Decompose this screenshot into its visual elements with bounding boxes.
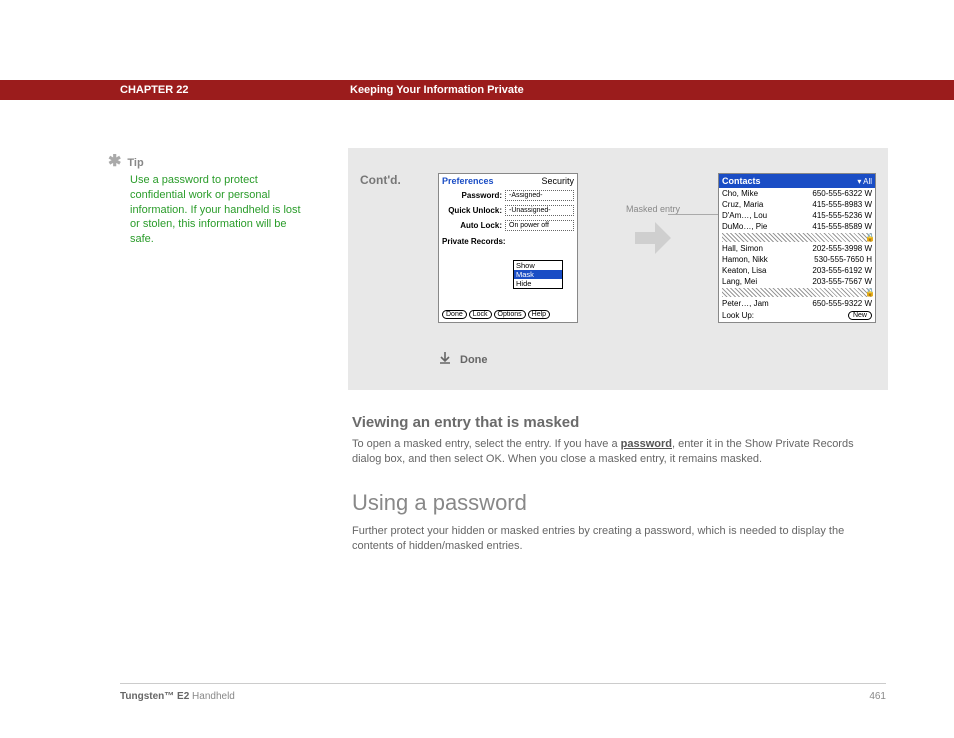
quickunlock-label: Quick Unlock: [442,206,502,215]
password-link[interactable]: password [621,438,672,450]
password-label: Password: [442,191,502,200]
continued-label: Cont'd. [360,173,401,187]
prefs-subtitle: Security [541,176,574,186]
footer-rule [120,683,886,684]
option-mask: Mask [514,270,562,279]
tip-block: ✱ Tip Use a password to protect confiden… [108,156,308,247]
asterisk-icon: ✱ [108,156,121,171]
autolock-label: Auto Lock: [442,221,502,230]
contacts-filter: ▾ All [857,177,872,186]
options-button: Options [494,310,526,319]
instruction-panel: Cont'd. Preferences Security Password:-A… [348,148,888,390]
contact-row: Hamon, Nikk530-555-7650 H [719,254,875,265]
contact-row: Keaton, Lisa203-555-6192 W [719,265,875,276]
contact-row: Hall, Simon202-555-3998 W [719,243,875,254]
private-records-dropdown: Show Mask Hide [513,260,563,289]
tip-label: Tip [127,156,143,171]
section-viewing: Viewing an entry that is masked To open … [352,414,872,468]
option-show: Show [514,261,562,270]
contacts-screenshot: Contacts ▾ All Cho, Mike650-555-6322 W C… [718,173,876,323]
quickunlock-value: -Unassigned- [505,205,574,216]
contact-row: D'Am…, Lou415-555-5236 W [719,210,875,221]
footer: Tungsten™ E2 Handheld 461 [120,691,886,702]
product-name: Tungsten™ E2 Handheld [120,691,235,702]
help-button: Help [528,310,550,319]
chapter-label: CHAPTER 22 [120,84,350,96]
contact-row: Lang, Mei203-555-7567 W [719,276,875,287]
contact-row: Peter…, Jam650-555-9322 W [719,298,875,309]
callout-line [668,214,720,215]
password-value: -Assigned- [505,190,574,201]
contact-row: DuMo…, Pie415-555-8589 W [719,221,875,232]
lock-icon: 🔒 [865,288,873,296]
prefs-title: Preferences [442,176,494,186]
contact-row: Cruz, Maria415-555-8983 W [719,199,875,210]
arrow-icon [633,218,673,261]
using-heading: Using a password [352,490,872,516]
masked-entry-callout: Masked entry [626,204,680,214]
masked-row: 🔒 [722,233,872,242]
lock-button: Lock [469,310,492,319]
viewing-body: To open a masked entry, select the entry… [352,437,872,468]
done-label: Done [460,354,488,366]
option-hide: Hide [514,279,562,288]
section-using: Using a password Further protect your hi… [352,490,872,555]
page-title: Keeping Your Information Private [350,84,524,96]
page-number: 461 [869,691,886,702]
contact-row: Cho, Mike650-555-6322 W [719,188,875,199]
using-body: Further protect your hidden or masked en… [352,524,872,555]
contacts-title: Contacts [722,176,761,186]
header-bar: CHAPTER 22 Keeping Your Information Priv… [0,80,954,100]
masked-row: 🔒 [722,288,872,297]
lookup-label: Look Up: [722,311,754,320]
new-button: New [848,311,872,320]
lock-icon: 🔒 [865,233,873,241]
done-icon [438,351,452,368]
autolock-value: On power off [505,220,574,231]
private-records-label: Private Records: [439,233,577,246]
preferences-screenshot: Preferences Security Password:-Assigned-… [438,173,578,323]
tip-text: Use a password to protect confidential w… [130,173,308,247]
viewing-heading: Viewing an entry that is masked [352,414,872,431]
done-button: Done [442,310,467,319]
